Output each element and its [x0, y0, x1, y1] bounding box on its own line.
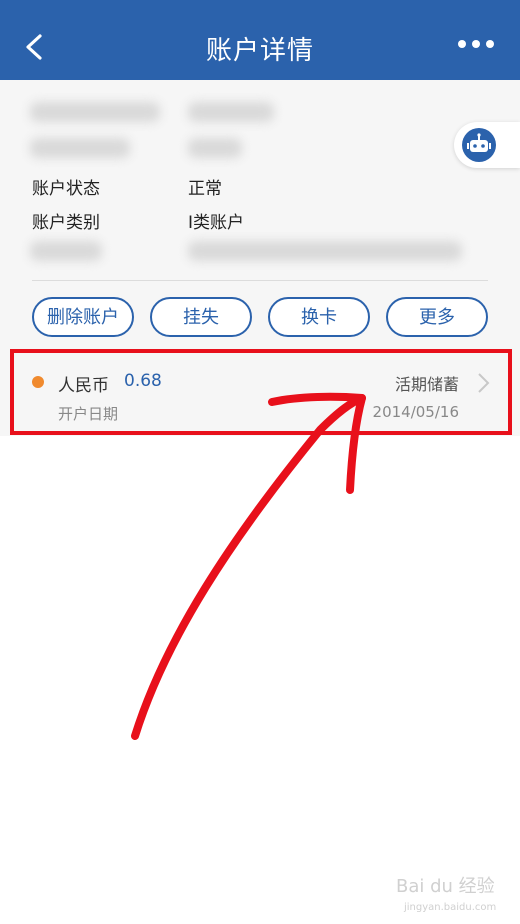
annotation-arrow: [131, 392, 366, 740]
watermark-url: jingyan.baidu.com: [404, 902, 497, 913]
baidu-watermark: Bai du 经验: [396, 876, 495, 897]
